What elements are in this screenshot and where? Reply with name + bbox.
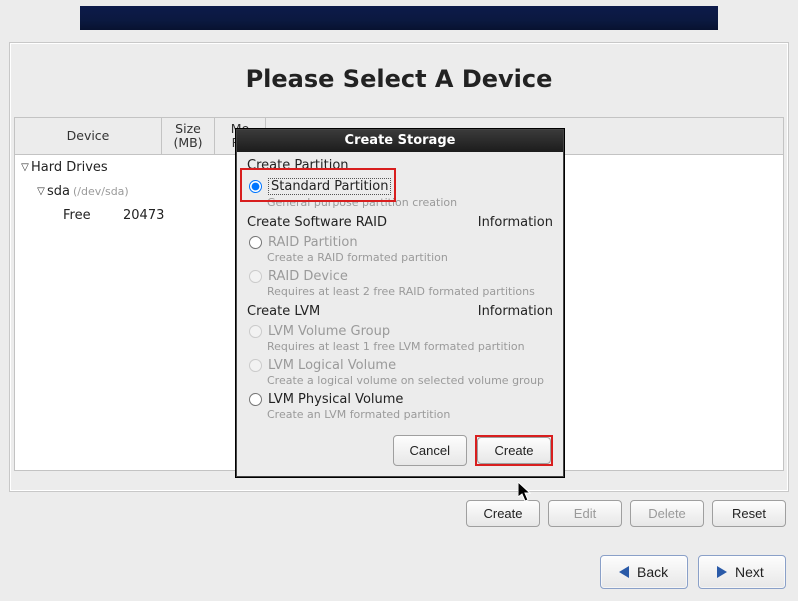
arrow-right-icon: [717, 566, 727, 578]
opt-lvm-vg: LVM Volume Group: [249, 324, 553, 339]
desc-raid-device: Requires at least 2 free RAID formated p…: [267, 285, 553, 298]
opt-label: Standard Partition: [268, 178, 391, 195]
dialog-create-button[interactable]: Create: [477, 437, 551, 464]
opt-label: LVM Physical Volume: [268, 392, 403, 407]
expand-icon[interactable]: ▽: [19, 162, 31, 173]
opt-standard-partition[interactable]: Standard Partition: [249, 178, 553, 195]
expand-icon[interactable]: ▽: [35, 186, 47, 197]
opt-label: LVM Logical Volume: [268, 358, 396, 373]
section-raid: Create Software RAID: [247, 215, 387, 230]
info-link-lvm[interactable]: Information: [478, 304, 553, 319]
device-path: (/dev/sda): [73, 185, 129, 198]
back-label: Back: [637, 564, 668, 580]
next-button[interactable]: Next: [698, 555, 786, 589]
size-value: 20473: [123, 208, 164, 223]
radio-lvm-pv[interactable]: [249, 393, 262, 406]
desc-lvm-vg: Requires at least 1 free LVM formated pa…: [267, 340, 553, 353]
col-device[interactable]: Device: [15, 118, 162, 154]
dialog-button-row: Cancel Create: [247, 435, 553, 466]
radio-standard[interactable]: [249, 180, 262, 193]
radio-lvm-lv: [249, 359, 262, 372]
opt-label: LVM Volume Group: [268, 324, 390, 339]
opt-raid-device: RAID Device: [249, 269, 553, 284]
col-size[interactable]: Size (MB): [162, 118, 215, 154]
arrow-left-icon: [619, 566, 629, 578]
section-lvm: Create LVM: [247, 304, 320, 319]
opt-lvm-lv: LVM Logical Volume: [249, 358, 553, 373]
delete-button: Delete: [630, 500, 704, 527]
dialog-cancel-button[interactable]: Cancel: [393, 435, 467, 466]
reset-button[interactable]: Reset: [712, 500, 786, 527]
opt-lvm-pv[interactable]: LVM Physical Volume: [249, 392, 553, 407]
desc-lvm-pv: Create an LVM formated partition: [267, 408, 553, 421]
desc-lvm-lv: Create a logical volume on selected volu…: [267, 374, 553, 387]
back-button[interactable]: Back: [600, 555, 688, 589]
row-label: sda: [47, 184, 70, 199]
radio-raid-partition[interactable]: [249, 236, 262, 249]
desc-raid-partition: Create a RAID formated partition: [267, 251, 553, 264]
edit-button: Edit: [548, 500, 622, 527]
opt-raid-partition[interactable]: RAID Partition: [249, 235, 553, 250]
action-button-row: Create Edit Delete Reset: [466, 500, 786, 527]
nav-button-row: Back Next: [600, 555, 786, 589]
opt-label: RAID Device: [268, 269, 348, 284]
section-partition: Create Partition: [247, 158, 349, 173]
row-label: Free: [63, 208, 91, 223]
row-label: Hard Drives: [31, 160, 108, 175]
create-storage-dialog: Create Storage Create Partition Standard…: [236, 129, 564, 477]
next-label: Next: [735, 564, 764, 580]
opt-label: RAID Partition: [268, 235, 358, 250]
top-banner: [80, 6, 718, 30]
create-button[interactable]: Create: [466, 500, 540, 527]
radio-raid-device: [249, 270, 262, 283]
page-title: Please Select A Device: [10, 43, 788, 117]
desc-standard: General purpose partition creation: [267, 196, 553, 209]
radio-lvm-vg: [249, 325, 262, 338]
dialog-title: Create Storage: [237, 130, 563, 152]
info-link-raid[interactable]: Information: [478, 215, 553, 230]
